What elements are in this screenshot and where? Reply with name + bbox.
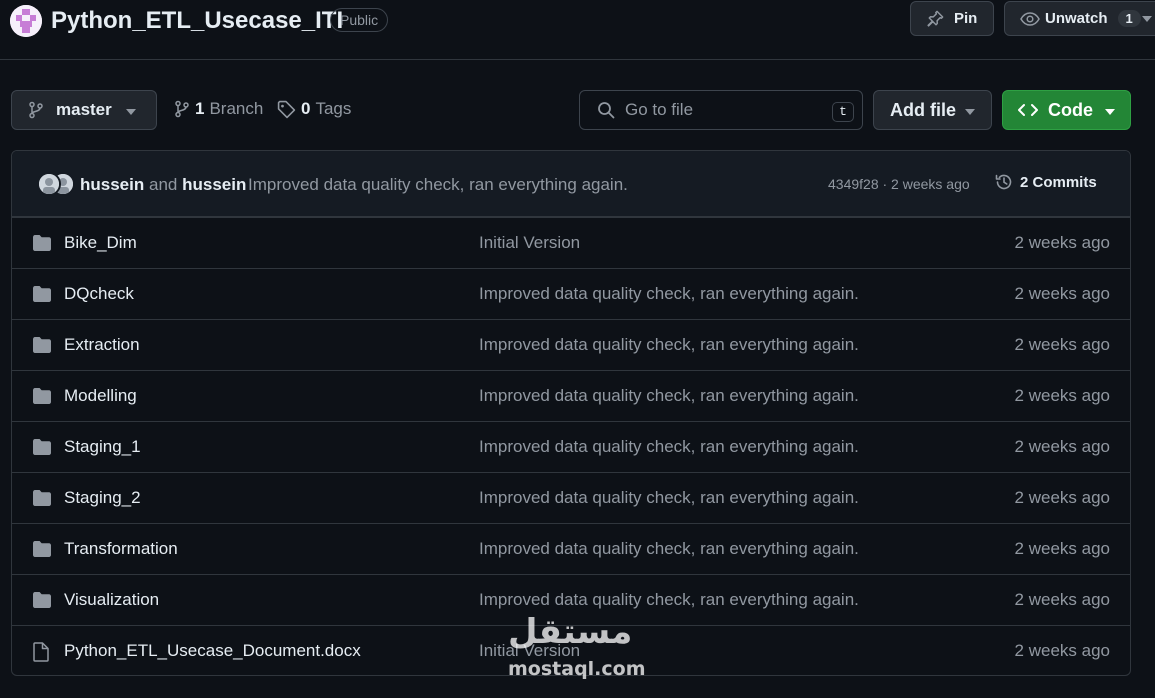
file-icon bbox=[32, 642, 50, 662]
commit-authors: hussein and hussein bbox=[80, 175, 246, 195]
branches-link[interactable]: 1 Branch bbox=[174, 99, 263, 119]
history-icon bbox=[994, 172, 1014, 192]
git-branch-icon bbox=[28, 101, 44, 119]
file-commit-date: 2 weeks ago bbox=[1014, 386, 1110, 405]
unwatch-button[interactable]: Unwatch 1 bbox=[1004, 1, 1155, 36]
pin-button[interactable]: Pin bbox=[910, 1, 994, 36]
git-branch-icon bbox=[174, 100, 190, 118]
author-joiner: and bbox=[148, 175, 178, 194]
folder-icon bbox=[32, 285, 52, 303]
folder-icon bbox=[32, 540, 52, 558]
file-name-link[interactable]: Python_ETL_Usecase_Document.docx bbox=[64, 641, 361, 661]
branches-count: 1 bbox=[195, 99, 205, 118]
go-to-file-input[interactable] bbox=[625, 100, 825, 120]
file-commit-message-link[interactable]: Improved data quality check, ran everyth… bbox=[479, 386, 859, 406]
unwatch-label: Unwatch bbox=[1045, 10, 1108, 27]
file-commit-message-link[interactable]: Improved data quality check, ran everyth… bbox=[479, 539, 859, 559]
code-label: Code bbox=[1048, 99, 1093, 120]
folder-icon bbox=[32, 387, 52, 405]
file-row[interactable]: Transformation Improved data quality chec… bbox=[12, 523, 1130, 574]
file-name-link[interactable]: Modelling bbox=[64, 386, 137, 406]
commit-author-link[interactable]: hussein bbox=[182, 175, 246, 194]
add-file-button[interactable]: Add file bbox=[873, 90, 992, 130]
file-name-link[interactable]: Bike_Dim bbox=[64, 233, 137, 253]
repo-title[interactable]: Python_ETL_Usecase_ITI bbox=[51, 6, 343, 36]
commit-hash-and-date[interactable]: 4349f28 · 2 weeks ago bbox=[828, 176, 970, 192]
file-row[interactable]: Staging_2 Improved data quality check, ra… bbox=[12, 472, 1130, 523]
file-commit-date: 2 weeks ago bbox=[1014, 233, 1110, 252]
chevron-down-icon bbox=[1105, 109, 1115, 115]
file-row[interactable]: Staging_1 Improved data quality check, ra… bbox=[12, 421, 1130, 472]
file-commit-message-link[interactable]: Improved data quality check, ran everyth… bbox=[479, 284, 859, 304]
file-row[interactable]: Extraction Improved data quality check, r… bbox=[12, 319, 1130, 370]
file-name-link[interactable]: Staging_2 bbox=[64, 488, 141, 508]
file-commit-message-link[interactable]: Improved data quality check, ran everyth… bbox=[479, 590, 859, 610]
add-file-label: Add file bbox=[890, 99, 956, 120]
file-commit-message-link[interactable]: Improved data quality check, ran everyth… bbox=[479, 437, 859, 457]
branch-select[interactable]: master bbox=[11, 90, 157, 130]
code-button[interactable]: Code bbox=[1002, 90, 1131, 130]
file-row[interactable]: Bike_Dim Initial Version 2 weeks ago bbox=[12, 217, 1130, 268]
file-row[interactable]: Modelling Improved data quality check, ra… bbox=[12, 370, 1130, 421]
file-name-link[interactable]: Transformation bbox=[64, 539, 178, 559]
file-commit-message-link[interactable]: Initial Version bbox=[479, 233, 580, 253]
file-commit-message-link[interactable]: Improved data quality check, ran everyth… bbox=[479, 335, 859, 355]
tag-icon bbox=[277, 100, 296, 119]
chevron-down-icon[interactable] bbox=[1142, 16, 1152, 22]
watch-count-badge: 1 bbox=[1117, 10, 1141, 27]
commit-message-link[interactable]: Improved data quality check, ran everyth… bbox=[248, 175, 628, 195]
chevron-down-icon bbox=[126, 109, 136, 115]
go-to-file-search[interactable]: t bbox=[579, 90, 863, 130]
tags-label: Tags bbox=[315, 99, 352, 118]
latest-commit-bar: hussein and hussein Improved data qualit… bbox=[12, 151, 1130, 217]
file-commit-date: 2 weeks ago bbox=[1014, 335, 1110, 354]
tags-link[interactable]: 0 Tags bbox=[277, 99, 351, 119]
file-commit-message-link[interactable]: Improved data quality check, ran everyth… bbox=[479, 488, 859, 508]
mostaql-watermark: مستقل mostaql.com bbox=[500, 612, 660, 686]
keyboard-shortcut-hint: t bbox=[832, 102, 854, 122]
file-name-link[interactable]: DQcheck bbox=[64, 284, 134, 304]
search-icon bbox=[597, 101, 615, 119]
tags-count: 0 bbox=[301, 99, 311, 118]
file-commit-date: 2 weeks ago bbox=[1014, 641, 1110, 660]
file-commit-date: 2 weeks ago bbox=[1014, 539, 1110, 558]
commits-count-label: 2 Commits bbox=[1020, 173, 1097, 191]
watermark-latin-text: mostaql.com bbox=[508, 658, 646, 680]
file-commit-date: 2 weeks ago bbox=[1014, 437, 1110, 456]
commit-author-link[interactable]: hussein bbox=[80, 175, 144, 194]
avatar[interactable] bbox=[37, 172, 61, 196]
folder-icon bbox=[32, 438, 52, 456]
file-row[interactable]: DQcheck Improved data quality check, ran … bbox=[12, 268, 1130, 319]
pin-label: Pin bbox=[954, 10, 978, 27]
folder-icon bbox=[32, 336, 52, 354]
file-commit-date: 2 weeks ago bbox=[1014, 284, 1110, 303]
folder-icon bbox=[32, 489, 52, 507]
pin-icon bbox=[926, 10, 944, 28]
file-table: hussein and hussein Improved data qualit… bbox=[11, 150, 1131, 676]
folder-icon bbox=[32, 234, 52, 252]
watermark-arabic-text: مستقل bbox=[508, 612, 633, 652]
visibility-badge: Public bbox=[330, 8, 389, 32]
file-name-link[interactable]: Extraction bbox=[64, 335, 140, 355]
file-commit-date: 2 weeks ago bbox=[1014, 488, 1110, 507]
eye-icon bbox=[1020, 10, 1040, 28]
chevron-down-icon bbox=[965, 109, 975, 115]
commits-history-link[interactable]: 2 Commits bbox=[994, 172, 1097, 192]
code-icon bbox=[1018, 103, 1038, 117]
file-name-link[interactable]: Visualization bbox=[64, 590, 159, 610]
repo-owner-avatar[interactable] bbox=[10, 5, 42, 37]
file-name-link[interactable]: Staging_1 bbox=[64, 437, 141, 457]
author-avatars[interactable] bbox=[37, 172, 77, 196]
branch-name: master bbox=[56, 100, 112, 119]
repo-header: Python_ETL_Usecase_ITI Public Pin Unwatc… bbox=[0, 0, 1155, 60]
branches-label: Branch bbox=[209, 99, 264, 118]
folder-icon bbox=[32, 591, 52, 609]
file-commit-date: 2 weeks ago bbox=[1014, 590, 1110, 609]
